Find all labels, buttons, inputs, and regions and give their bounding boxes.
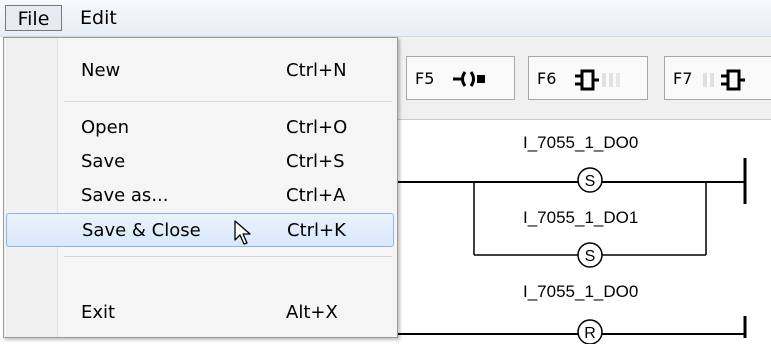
coil-set-2[interactable]: S (572, 237, 608, 273)
menu-item-save-close[interactable]: Save & Close Ctrl+K (6, 213, 394, 247)
menu-item-shortcut: Ctrl+A (286, 185, 346, 206)
menu-item-label: Exit (81, 302, 116, 323)
function-block-icon (575, 69, 620, 91)
menu-item-shortcut: Ctrl+O (286, 117, 348, 138)
menu-item-shortcut: Alt+X (286, 302, 338, 323)
f6-label: F6 (537, 69, 557, 88)
file-menu-dropdown: New Ctrl+N Open Ctrl+O Save Ctrl+S Save … (3, 37, 398, 338)
f6-block-button[interactable]: F6 (528, 56, 648, 100)
coil-label: I_7055_1_DO1 (523, 208, 639, 227)
menu-item-label: Save & Close (82, 220, 201, 241)
mouse-pointer-icon (234, 220, 251, 245)
menu-item-save-as[interactable]: Save as... Ctrl+A (6, 179, 394, 213)
menu-item-shortcut: Ctrl+N (286, 60, 347, 81)
menu-separator (64, 256, 392, 257)
menu-item-label: Open (81, 117, 130, 138)
coil-set-1[interactable]: S (572, 162, 608, 198)
menu-separator (64, 101, 392, 102)
menu-bar: File Edit (0, 0, 771, 37)
menu-file[interactable]: File (5, 5, 62, 31)
coil-label: I_7055_1_DO0 (523, 282, 639, 301)
menu-item-shortcut: Ctrl+K (287, 220, 346, 241)
f7-block-button[interactable]: F7 (664, 56, 771, 100)
coil-letter: R (584, 325, 596, 342)
ladder-diagram: S S R I_7055_1_DO0 I_7055_1_DO1 I_7055_1… (398, 120, 771, 344)
f5-coil-button[interactable]: F5 (406, 56, 515, 100)
menu-edit[interactable]: Edit (80, 5, 117, 31)
menu-item-shortcut: Ctrl+S (286, 151, 345, 172)
menu-item-label: New (81, 60, 121, 81)
menu-item-exit[interactable]: Exit Alt+X (6, 296, 394, 330)
coil-reset[interactable]: R (572, 314, 608, 344)
menu-item-new[interactable]: New Ctrl+N (6, 54, 394, 88)
coil-label: I_7055_1_DO0 (523, 133, 639, 152)
menu-item-label: Save (81, 151, 126, 172)
f7-label: F7 (673, 69, 693, 88)
menu-item-open[interactable]: Open Ctrl+O (6, 111, 394, 145)
coil-icon (453, 71, 485, 87)
f5-label: F5 (415, 69, 435, 88)
function-block-icon (703, 69, 745, 91)
menu-item-save[interactable]: Save Ctrl+S (6, 145, 394, 179)
coil-letter: S (585, 248, 596, 265)
coil-letter: S (585, 173, 596, 190)
menu-item-label: Save as... (81, 185, 169, 206)
